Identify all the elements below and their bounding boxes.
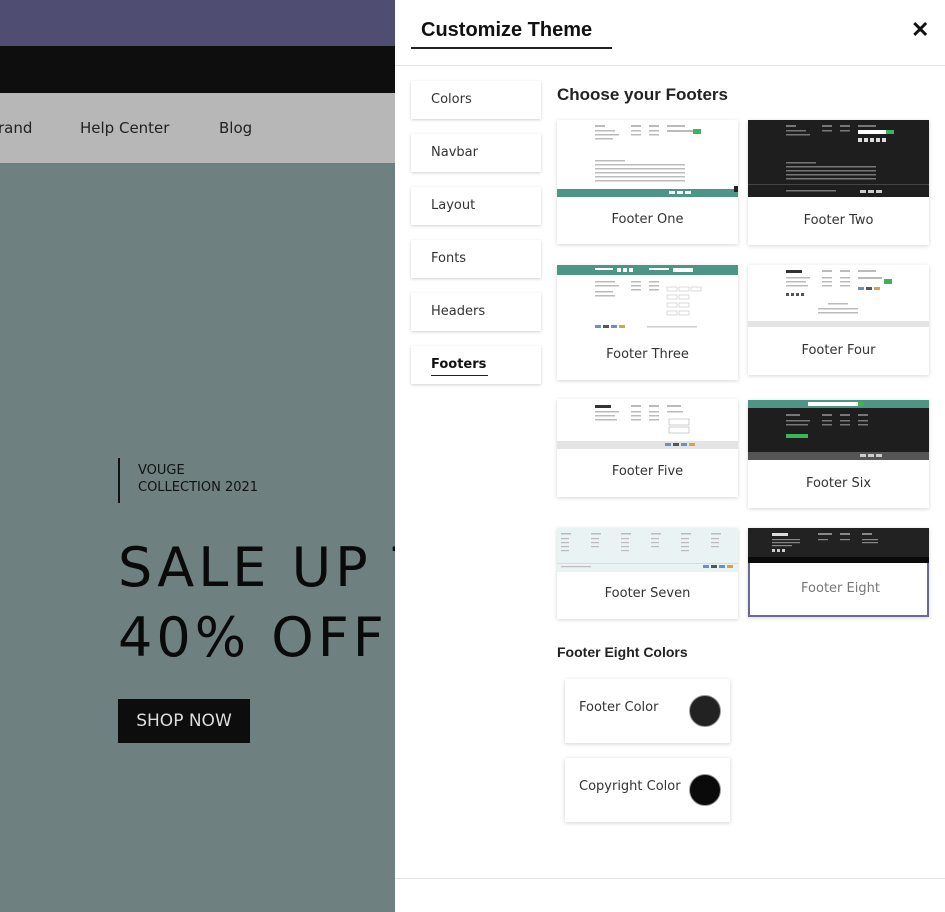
section-title: Choose your Footers [557, 85, 728, 104]
footer-thumbnail [748, 528, 929, 563]
hero-tagline: VOUGE COLLECTION 2021 [118, 458, 258, 503]
footer-card-label: Footer Four [801, 343, 876, 358]
panel-footer-divider [395, 878, 945, 879]
footer-thumbnail [557, 528, 738, 572]
tab-label: Colors [431, 92, 472, 107]
tab-footers[interactable]: Footers [411, 346, 541, 384]
footer-card-three[interactable]: Footer Three [557, 265, 738, 380]
footer-card-label: Footer Eight [801, 581, 880, 596]
color-option-label: Footer Color [579, 700, 659, 715]
footer-color-option[interactable]: Footer Color [565, 679, 730, 743]
tab-navbar[interactable]: Navbar [411, 134, 541, 172]
customize-theme-panel: Customize Theme ✕ Colors Navbar Layout F… [395, 0, 945, 912]
tab-headers[interactable]: Headers [411, 293, 541, 331]
footer-color-swatch[interactable] [689, 695, 721, 727]
footer-card-label: Footer Two [803, 213, 874, 228]
tab-label: Footers [431, 357, 489, 376]
headline-line-1: SALE UP T [118, 536, 430, 599]
tab-label: Layout [431, 198, 476, 213]
nav-link-help-center[interactable]: Help Center [80, 119, 169, 137]
tab-layout[interactable]: Layout [411, 187, 541, 225]
footer-thumbnail [748, 120, 929, 197]
footer-thumbnail [557, 265, 738, 337]
copyright-color-swatch[interactable] [689, 774, 721, 806]
nav-link-brand[interactable]: rand [0, 119, 32, 137]
shop-now-button[interactable]: SHOP NOW [118, 699, 250, 743]
footer-card-label: Footer Six [805, 476, 872, 491]
tab-colors[interactable]: Colors [411, 81, 541, 119]
footer-card-six[interactable]: Footer Six [748, 400, 929, 508]
footer-card-two[interactable]: Footer Two [748, 120, 929, 245]
footer-card-seven[interactable]: Footer Seven [557, 528, 738, 619]
tagline-collection: COLLECTION 2021 [138, 480, 259, 495]
color-option-label: Copyright Color [579, 779, 681, 794]
headline-line-2: 40% OFF [118, 606, 388, 669]
footer-thumbnail [557, 399, 738, 449]
footer-card-one[interactable]: Footer One [557, 120, 738, 244]
footer-card-label: Footer Seven [604, 586, 691, 601]
footer-card-five[interactable]: Footer Five [557, 399, 738, 497]
footer-card-label: Footer Five [611, 464, 684, 479]
panel-header: Customize Theme ✕ [395, 0, 945, 66]
footer-card-eight[interactable]: Footer Eight [748, 528, 929, 617]
tab-label: Headers [431, 304, 486, 319]
tab-fonts[interactable]: Fonts [411, 240, 541, 278]
hero-headline: SALE UP T 40% OFF [118, 533, 430, 673]
footer-thumbnail [557, 120, 738, 197]
footer-card-label: Footer One [611, 212, 684, 227]
tab-label: Navbar [431, 145, 478, 160]
tagline-brand: VOUGE [138, 463, 185, 478]
close-icon[interactable]: ✕ [911, 19, 929, 41]
footer-card-four[interactable]: Footer Four [748, 265, 929, 375]
footer-thumbnail [748, 265, 929, 327]
tab-label: Fonts [431, 251, 467, 266]
nav-link-blog[interactable]: Blog [219, 119, 252, 137]
footer-card-label: Footer Three [606, 347, 689, 362]
footer-colors-title: Footer Eight Colors [557, 644, 688, 660]
copyright-color-option[interactable]: Copyright Color [565, 758, 730, 822]
panel-title: Customize Theme [411, 19, 612, 49]
footer-thumbnail [748, 400, 929, 460]
